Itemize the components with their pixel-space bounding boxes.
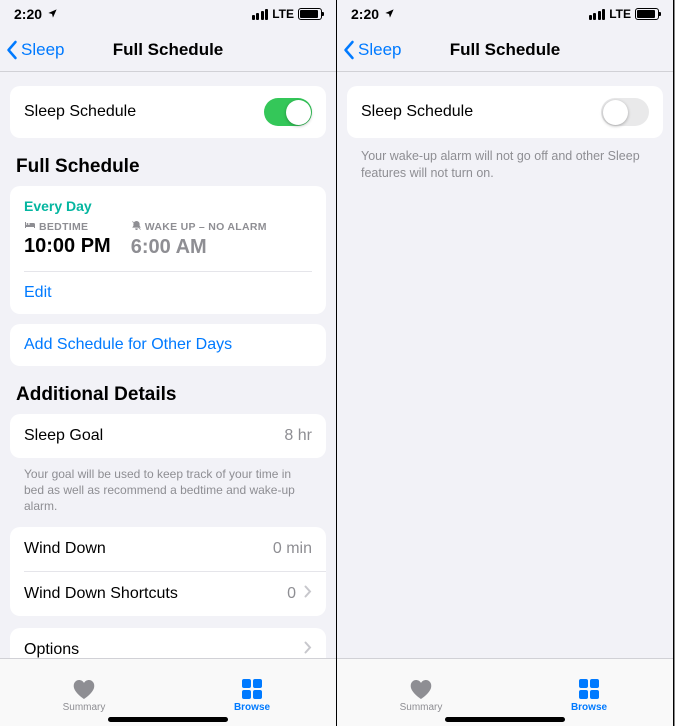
- sleep-schedule-label: Sleep Schedule: [24, 103, 136, 121]
- add-schedule-button[interactable]: Add Schedule for Other Days: [10, 324, 326, 366]
- tab-bar: Summary Browse: [337, 658, 673, 726]
- schedule-card[interactable]: Every Day BEDTIME 10:00 PM WAKE UP – NO …: [10, 186, 326, 314]
- options-card: Options: [10, 628, 326, 658]
- sleep-schedule-toggle[interactable]: [264, 98, 312, 126]
- tab-summary[interactable]: Summary: [0, 659, 168, 726]
- disabled-note: Your wake-up alarm will not go off and o…: [347, 138, 663, 182]
- phone-right: 2:20 LTE Sleep Full Schedule Sleep Sched…: [337, 0, 674, 726]
- schedule-days: Every Day: [24, 198, 312, 214]
- chevron-right-icon: [304, 585, 312, 603]
- heart-icon: [409, 678, 433, 700]
- back-label: Sleep: [21, 40, 64, 60]
- bedtime-value: 10:00 PM: [24, 235, 111, 258]
- home-indicator[interactable]: [108, 717, 228, 722]
- location-icon: [47, 6, 58, 22]
- wind-down-row[interactable]: Wind Down 0 min: [10, 527, 326, 571]
- wakeup-label: WAKE UP – NO ALARM: [145, 221, 267, 233]
- wind-down-shortcuts-value: 0: [287, 585, 296, 603]
- tab-browse[interactable]: Browse: [505, 659, 673, 726]
- chevron-left-icon: [6, 40, 19, 60]
- grid-icon: [578, 678, 600, 700]
- page-title: Full Schedule: [113, 40, 224, 60]
- options-label: Options: [24, 641, 79, 658]
- status-time: 2:20: [14, 6, 42, 22]
- bedtime-label: BEDTIME: [39, 221, 88, 233]
- sleep-schedule-card: Sleep Schedule: [347, 86, 663, 138]
- page-title: Full Schedule: [450, 40, 561, 60]
- network-label: LTE: [609, 7, 631, 21]
- back-button[interactable]: Sleep: [343, 40, 401, 60]
- sleep-schedule-toggle[interactable]: [601, 98, 649, 126]
- network-label: LTE: [272, 7, 294, 21]
- bed-icon: [24, 220, 36, 233]
- phone-left: 2:20 LTE Sleep Full Schedule Sleep Sched…: [0, 0, 337, 726]
- battery-icon: [298, 8, 322, 20]
- wind-down-value: 0 min: [273, 540, 312, 558]
- sleep-schedule-card: Sleep Schedule: [10, 86, 326, 138]
- sleep-goal-note: Your goal will be used to keep track of …: [10, 458, 326, 515]
- tab-bar: Summary Browse: [0, 658, 336, 726]
- sleep-goal-label: Sleep Goal: [24, 427, 103, 445]
- tab-summary[interactable]: Summary: [337, 659, 505, 726]
- cellular-icon: [252, 9, 269, 20]
- wakeup-value: 6:00 AM: [131, 236, 267, 259]
- status-time: 2:20: [351, 6, 379, 22]
- back-label: Sleep: [358, 40, 401, 60]
- sleep-goal-value: 8 hr: [284, 427, 312, 445]
- tab-browse-label: Browse: [234, 702, 270, 713]
- edit-schedule-button[interactable]: Edit: [24, 271, 312, 314]
- full-schedule-heading: Full Schedule: [10, 138, 326, 178]
- alarm-off-icon: [131, 220, 142, 234]
- tab-summary-label: Summary: [63, 702, 106, 713]
- grid-icon: [241, 678, 263, 700]
- cellular-icon: [589, 9, 606, 20]
- options-row[interactable]: Options: [10, 628, 326, 658]
- battery-icon: [635, 8, 659, 20]
- tab-browse-label: Browse: [571, 702, 607, 713]
- tab-browse[interactable]: Browse: [168, 659, 336, 726]
- nav-header: Sleep Full Schedule: [0, 28, 336, 72]
- home-indicator[interactable]: [445, 717, 565, 722]
- location-icon: [384, 6, 395, 22]
- nav-header: Sleep Full Schedule: [337, 28, 673, 72]
- chevron-left-icon: [343, 40, 356, 60]
- sleep-goal-row[interactable]: Sleep Goal 8 hr: [10, 414, 326, 458]
- heart-icon: [72, 678, 96, 700]
- additional-details-heading: Additional Details: [10, 366, 326, 406]
- sleep-goal-card: Sleep Goal 8 hr: [10, 414, 326, 458]
- back-button[interactable]: Sleep: [6, 40, 64, 60]
- tab-summary-label: Summary: [400, 702, 443, 713]
- sleep-schedule-label: Sleep Schedule: [361, 103, 473, 121]
- wind-down-shortcuts-row[interactable]: Wind Down Shortcuts 0: [10, 572, 326, 616]
- wind-down-label: Wind Down: [24, 540, 106, 558]
- chevron-right-icon: [304, 641, 312, 658]
- status-bar: 2:20 LTE: [0, 0, 336, 28]
- wind-down-shortcuts-label: Wind Down Shortcuts: [24, 585, 178, 603]
- status-bar: 2:20 LTE: [337, 0, 673, 28]
- wind-down-card: Wind Down 0 min Wind Down Shortcuts 0: [10, 527, 326, 616]
